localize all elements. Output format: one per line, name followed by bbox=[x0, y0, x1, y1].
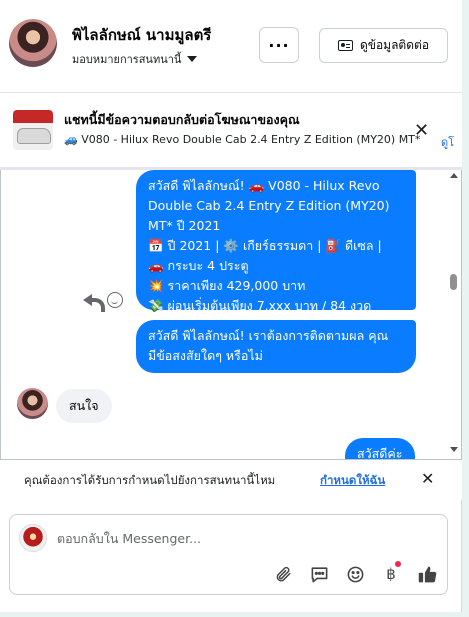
ad-context-banner: แชทนี้มีข้อความตอบกลับต่อโฆษณาของคุณ 🚙 V… bbox=[0, 93, 462, 167]
react-smile-icon[interactable] bbox=[107, 292, 123, 308]
assign-to-me-link[interactable]: กำหนดให้ฉัน bbox=[320, 472, 385, 490]
contact-avatar[interactable] bbox=[9, 19, 57, 67]
message-line: 🚗 กระบะ 4 ประตู bbox=[148, 258, 249, 273]
message-line: 📅 ปี 2021 | ⚙️ เกียร์ธรรมดา | ⛽ ดีเซล | bbox=[148, 238, 382, 253]
outgoing-message[interactable]: สวัสดี พิไลลักษณ์! เราต้องการติดตามผล คุ… bbox=[136, 320, 416, 373]
close-icon[interactable]: ✕ bbox=[421, 469, 434, 488]
message-actions bbox=[83, 292, 123, 312]
message-line: สวัสดี พิไลลักษณ์! 🚗 V080 - Hilux Revo bbox=[148, 178, 380, 193]
reply-icon[interactable] bbox=[83, 292, 105, 312]
thumbs-up-icon[interactable] bbox=[416, 563, 438, 585]
contact-name: พิไลลักษณ์ นามมูลตรี bbox=[72, 26, 212, 44]
message-thread[interactable]: สวัสดี พิไลลักษณ์! 🚗 V080 - Hilux Revo D… bbox=[0, 170, 462, 460]
more-options-button[interactable]: ··· bbox=[259, 27, 299, 63]
message-line: 💸 ผ่อนเริ่มต้นเพียง 7,xxx บาท / 84 งวด bbox=[148, 298, 372, 313]
outgoing-message[interactable]: สวัสดี พิไลลักษณ์! 🚗 V080 - Hilux Revo D… bbox=[136, 170, 416, 313]
message-line: มีข้อสงสัยใดๆ หรือไม่ bbox=[148, 348, 263, 363]
scroll-up-arrow-icon[interactable] bbox=[450, 173, 458, 178]
contact-avatar-small bbox=[17, 388, 48, 419]
view-ad-link[interactable]: ดูโ bbox=[441, 133, 462, 151]
incoming-message[interactable]: สนใจ bbox=[56, 389, 112, 423]
view-contact-label: ดูข้อมูลติดต่อ bbox=[359, 38, 430, 52]
assign-label: มอบหมายการสนทนานี้ bbox=[72, 53, 182, 66]
caret-down-icon bbox=[187, 56, 198, 62]
message-line: สวัสดีค่ะ bbox=[357, 446, 403, 460]
ad-thumbnail[interactable] bbox=[13, 110, 53, 150]
reply-input[interactable] bbox=[57, 528, 427, 548]
view-contact-button[interactable]: ดูข้อมูลติดต่อ bbox=[319, 28, 448, 63]
close-icon[interactable]: ✕ bbox=[414, 120, 429, 141]
smile-icon[interactable] bbox=[344, 563, 366, 585]
baht-icon[interactable]: ฿ bbox=[380, 561, 402, 585]
page-avatar bbox=[19, 524, 47, 552]
conversation-header: พิไลลักษณ์ นามมูลตรี มอบหมายการสนทนานี้ … bbox=[0, 0, 462, 92]
ad-title: แชทนี้มีข้อความตอบกลับต่อโฆษณาของคุณ bbox=[64, 112, 300, 127]
paperclip-icon[interactable] bbox=[272, 563, 294, 585]
thread-scrollbar[interactable] bbox=[448, 170, 461, 458]
message-line: MT* ปี 2021 bbox=[148, 218, 221, 233]
composer-toolbar: ฿ bbox=[272, 561, 438, 585]
assign-notice-text: คุณต้องการได้รับการกำหนดไปยังการสนทนานี้… bbox=[24, 473, 276, 487]
message-line: 💥 ราคาเพียง 429,000 บาท bbox=[148, 278, 306, 293]
chat-bubble-icon[interactable] bbox=[308, 563, 330, 585]
message-line: สวัสดี พิไลลักษณ์! เราต้องการติดตามผล คุ… bbox=[148, 328, 389, 343]
scrollbar-thumb[interactable] bbox=[450, 274, 457, 290]
assign-conversation-dropdown[interactable]: มอบหมายการสนทนานี้ bbox=[72, 50, 198, 68]
outgoing-message[interactable]: สวัสดีค่ะ bbox=[345, 438, 415, 460]
scroll-down-arrow-icon[interactable] bbox=[450, 447, 458, 452]
message-composer: ฿ bbox=[9, 514, 448, 595]
message-line: Double Cab 2.4 Entry Z Edition (MY20) bbox=[148, 198, 390, 213]
assign-notice: คุณต้องการได้รับการกำหนดไปยังการสนทนานี้… bbox=[0, 460, 462, 500]
conversation-panel: พิไลลักษณ์ นามมูลตรี มอบหมายการสนทนานี้ … bbox=[0, 0, 462, 612]
ad-subtitle: 🚙 V080 - Hilux Revo Double Cab 2.4 Entry… bbox=[64, 133, 421, 146]
id-card-icon bbox=[337, 40, 353, 51]
notification-dot bbox=[395, 561, 401, 567]
